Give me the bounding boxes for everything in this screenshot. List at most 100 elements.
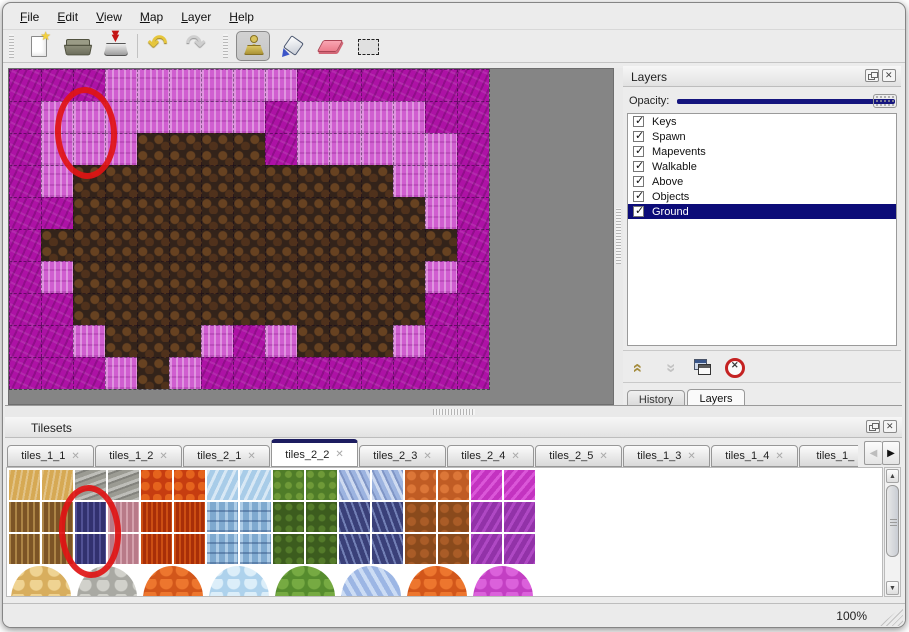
map-tile[interactable] [393, 293, 425, 325]
map-tile[interactable] [457, 229, 489, 261]
map-tile[interactable] [233, 357, 265, 389]
layer-visible-checkbox[interactable] [633, 161, 644, 172]
tileset-tile-fire[interactable] [141, 534, 172, 564]
map-tile[interactable] [361, 293, 393, 325]
tab-scroll-left-icon[interactable]: ◀ [864, 441, 882, 465]
tileset-tile-fire[interactable] [174, 534, 205, 564]
map-tile[interactable] [169, 293, 201, 325]
menu-item-map[interactable]: Map [131, 7, 172, 26]
map-tile[interactable] [233, 261, 265, 293]
menu-item-layer[interactable]: Layer [172, 7, 220, 26]
undo-button[interactable] [143, 31, 177, 61]
tileset-tile-fire[interactable] [174, 502, 205, 532]
layer-row-walkable[interactable]: Walkable [628, 159, 896, 174]
scroll-down-icon[interactable]: ▼ [886, 581, 899, 595]
menu-item-file[interactable]: File [11, 7, 48, 26]
tab-close-icon[interactable]: ✕ [599, 451, 607, 462]
map-tile[interactable] [297, 197, 329, 229]
map-tile[interactable] [361, 197, 393, 229]
tileset-tile-pebble[interactable] [438, 470, 469, 500]
map-tile[interactable] [137, 69, 169, 101]
map-tile[interactable] [73, 261, 105, 293]
map-tile[interactable] [425, 133, 457, 165]
layer-row-ground[interactable]: Ground [628, 204, 896, 219]
map-tile[interactable] [105, 229, 137, 261]
tileset-tile-rock[interactable] [108, 470, 139, 500]
tileset-tile-iceblock[interactable] [240, 502, 271, 532]
map-tile[interactable] [169, 325, 201, 357]
map-tile[interactable] [73, 325, 105, 357]
tileset-tile-crystaldark[interactable] [372, 534, 403, 564]
resize-grip[interactable] [879, 606, 903, 626]
map-tile[interactable] [9, 101, 41, 133]
map-tile[interactable] [457, 357, 489, 389]
map-tile[interactable] [361, 133, 393, 165]
tileset-tile-ice[interactable] [207, 470, 238, 500]
tab-close-icon[interactable]: ✕ [423, 451, 431, 462]
tab-close-icon[interactable]: ✕ [159, 451, 167, 462]
map-tile[interactable] [105, 293, 137, 325]
map-tile[interactable] [393, 325, 425, 357]
tileset-tile-iceblock[interactable] [240, 534, 271, 564]
map-tile[interactable] [297, 357, 329, 389]
map-tile[interactable] [201, 229, 233, 261]
open-file-button[interactable] [60, 31, 94, 61]
menu-item-edit[interactable]: Edit [48, 7, 87, 26]
tileset-tile-lava[interactable] [174, 470, 205, 500]
tileset-mound-tan[interactable] [11, 566, 71, 597]
layer-visible-checkbox[interactable] [633, 146, 644, 157]
map-tile[interactable] [457, 325, 489, 357]
map-tile[interactable] [201, 261, 233, 293]
map-tile[interactable] [425, 69, 457, 101]
map-tile[interactable] [393, 133, 425, 165]
map-tile[interactable] [329, 197, 361, 229]
horizontal-splitter[interactable] [5, 405, 902, 417]
tileset-tile-bark[interactable] [9, 502, 40, 532]
map-tile[interactable] [201, 101, 233, 133]
map-tile[interactable] [137, 197, 169, 229]
map-tile[interactable] [105, 165, 137, 197]
tileset-tile-vine[interactable] [306, 470, 337, 500]
tileset-tile-magdark[interactable] [471, 534, 502, 564]
menu-item-help[interactable]: Help [220, 7, 263, 26]
tileset-tile-iceblock[interactable] [207, 534, 238, 564]
layer-row-above[interactable]: Above [628, 174, 896, 189]
tab-close-icon[interactable]: ✕ [511, 451, 519, 462]
map-tile[interactable] [361, 165, 393, 197]
map-tile[interactable] [137, 101, 169, 133]
tileset-tile-crystal[interactable] [372, 470, 403, 500]
tab-close-icon[interactable]: ✕ [71, 451, 79, 462]
map-tile[interactable] [9, 133, 41, 165]
select-tool-button[interactable] [350, 31, 384, 61]
map-tile[interactable] [201, 357, 233, 389]
tileset-tab-tiles_2_3[interactable]: tiles_2_3✕ [359, 445, 446, 467]
map-tile[interactable] [457, 293, 489, 325]
map-tile[interactable] [201, 293, 233, 325]
tileset-tile-mag[interactable] [471, 470, 502, 500]
tileset-tile-vinedark[interactable] [273, 502, 304, 532]
map-tile[interactable] [297, 229, 329, 261]
tileset-tab-tiles_1_2[interactable]: tiles_1_2✕ [95, 445, 182, 467]
map-tile[interactable] [425, 197, 457, 229]
map-tile[interactable] [233, 101, 265, 133]
map-tile[interactable] [169, 261, 201, 293]
map-tile[interactable] [265, 197, 297, 229]
map-tile[interactable] [297, 261, 329, 293]
map-tile[interactable] [233, 293, 265, 325]
map-tile[interactable] [329, 325, 361, 357]
tileset-tile-magdark[interactable] [504, 502, 535, 532]
map-tile[interactable] [105, 261, 137, 293]
layers-panel-close-button[interactable] [882, 69, 896, 82]
map-tile[interactable] [265, 357, 297, 389]
map-tile[interactable] [41, 197, 73, 229]
map-tile[interactable] [361, 261, 393, 293]
map-tile[interactable] [393, 229, 425, 261]
map-tile[interactable] [265, 229, 297, 261]
tileset-scrollbar[interactable]: ▲ ▼ [884, 467, 901, 597]
map-tile[interactable] [169, 229, 201, 261]
save-file-button[interactable] [98, 31, 132, 61]
eraser-tool-button[interactable] [312, 31, 346, 61]
map-tile[interactable] [425, 165, 457, 197]
map-tile[interactable] [329, 165, 361, 197]
map-tile[interactable] [9, 261, 41, 293]
